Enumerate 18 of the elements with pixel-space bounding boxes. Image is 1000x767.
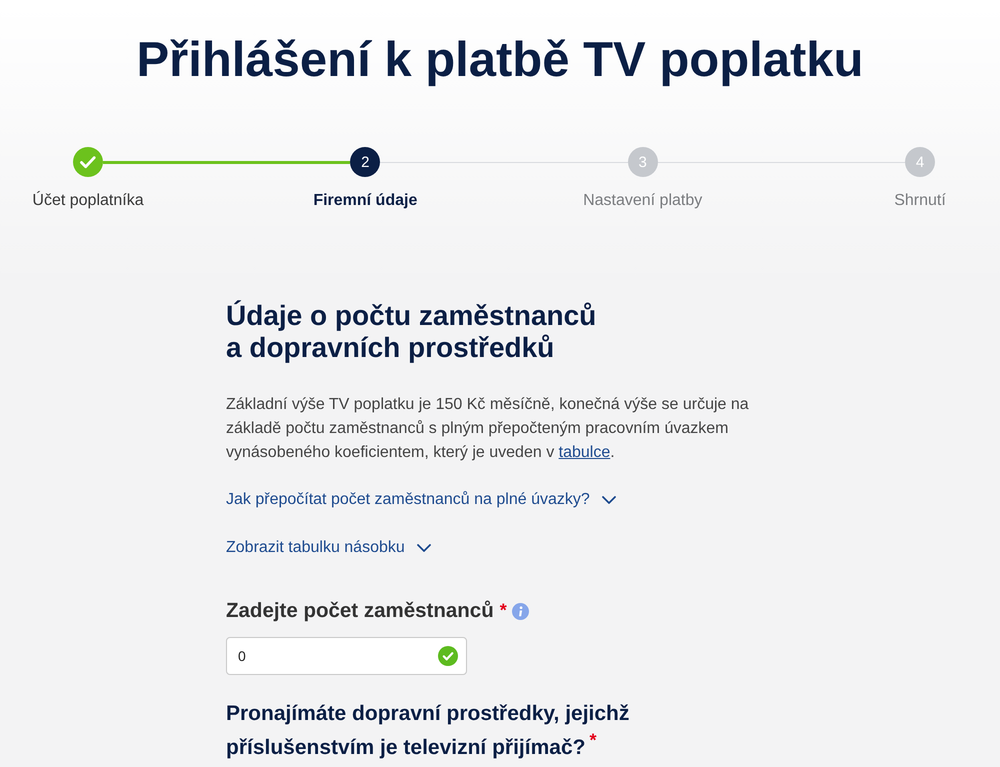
step-label: Nastavení platby bbox=[582, 191, 704, 211]
step-label: Shrnutí bbox=[893, 191, 947, 211]
expand-toggle[interactable]: Jak přepočítat počet zaměstnanců na plné úvazky? bbox=[226, 488, 616, 512]
expand-toggle[interactable]: Zobrazit tabulku násobku bbox=[226, 536, 431, 560]
intro-paragraph: Základní výše TV poplatku je 150 Kč měsíčně, konečná výše se určuje na základě počtu zaměstnanců s plným přepočteným pracovním úvazkem vynásobeného koeficientem, který je uveden v tabulce. bbox=[226, 395, 750, 463]
step-number: 4 bbox=[904, 147, 935, 177]
step-number: 2 bbox=[350, 147, 380, 177]
required-asterisk: * bbox=[500, 601, 507, 619]
step-number: 3 bbox=[628, 147, 658, 177]
section-heading: Údaje o počtu zaměstnanců a dopravních prostředků bbox=[226, 300, 598, 364]
info-icon[interactable] bbox=[512, 602, 529, 620]
question-label: Pronajímáte dopravní prostředky, jejichž příslušenstvím je televizní přijímač?$^{*}$ bbox=[226, 701, 630, 761]
field-label: Zadejte počet zaměstnanců bbox=[226, 598, 494, 624]
page-title: Přihlášení k platbě TV poplatku bbox=[136, 32, 864, 89]
step-label: Firemní údaje bbox=[312, 191, 418, 211]
table-link[interactable]: tabulce bbox=[558, 444, 610, 461]
employee-count-input[interactable]: 0 bbox=[226, 637, 467, 675]
step-label: Účet poplatníka bbox=[31, 191, 145, 211]
